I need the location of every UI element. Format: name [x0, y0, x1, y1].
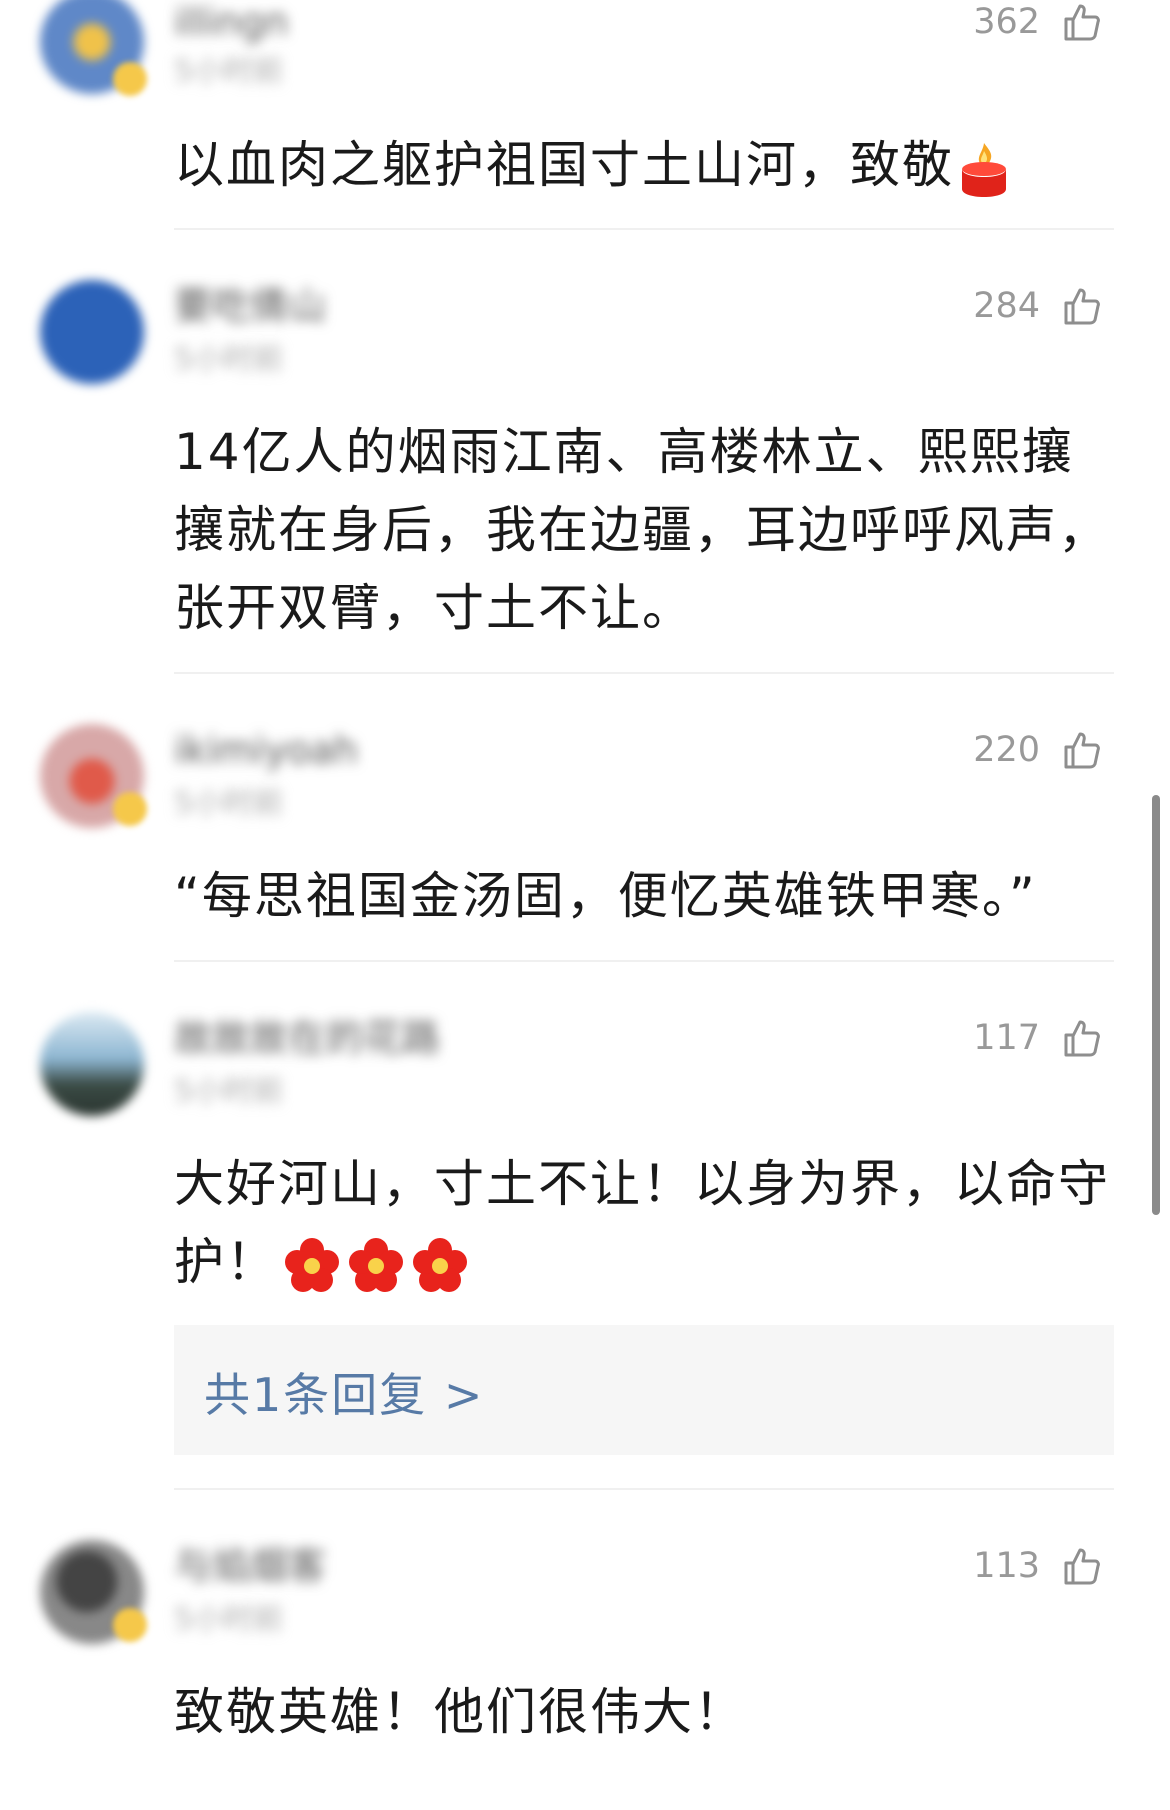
username[interactable]: ikimiyoah — [174, 730, 358, 770]
divider — [174, 1488, 1114, 1490]
comment-body: 以血肉之躯护祖国寸土山河，致敬 — [174, 136, 954, 194]
comment-text: 致敬英雄！他们很伟大！ — [174, 1683, 746, 1741]
comment-time: 5小时前 — [174, 786, 284, 821]
avatar[interactable] — [40, 280, 144, 384]
verified-badge-icon — [113, 1608, 147, 1642]
thumbs-up-icon[interactable] — [1062, 2, 1102, 42]
like-count: 284 — [973, 286, 1040, 326]
scrollbar[interactable] — [1152, 795, 1160, 1215]
thumbs-up-icon[interactable] — [1062, 1018, 1102, 1058]
comment-time: 5小时前 — [174, 1074, 284, 1109]
comment-time: 5小时前 — [174, 1602, 284, 1637]
comment-text: “每思祖国金汤固，便忆英雄铁甲寒。” — [174, 867, 1037, 925]
flower-emoji — [349, 1237, 403, 1292]
flower-emoji — [285, 1237, 339, 1292]
comment-time: 5小时前 — [174, 54, 284, 89]
like-count: 113 — [973, 1546, 1040, 1586]
thumbs-up-icon[interactable] — [1062, 730, 1102, 770]
comment-text: 以血肉之躯护祖国寸土山河，致敬 — [174, 126, 1124, 204]
comment-time: 5小时前 — [174, 342, 284, 377]
username[interactable]: 与焰烟客 — [174, 1546, 326, 1586]
username[interactable]: 要吃倩山 — [174, 286, 326, 326]
thumbs-up-icon[interactable] — [1062, 1546, 1102, 1586]
view-replies-link[interactable]: 共1条回复 > — [204, 1369, 484, 1421]
like-count: 220 — [973, 730, 1040, 770]
reply-box[interactable]: 共1条回复 > — [174, 1325, 1114, 1455]
divider — [174, 960, 1114, 962]
candle-emoji — [962, 142, 1006, 197]
like-count: 117 — [973, 1018, 1040, 1058]
verified-badge-icon — [113, 792, 147, 826]
comment-list: illingn 5小时前 362 以血肉之躯护祖国寸土山河，致敬 要吃倩山 5小… — [0, 0, 1170, 1810]
username[interactable]: 故故故在的花路 — [174, 1018, 440, 1058]
verified-badge-icon — [113, 62, 147, 96]
avatar[interactable] — [40, 1012, 144, 1116]
like-count: 362 — [973, 2, 1040, 42]
flower-emoji — [413, 1237, 467, 1292]
divider — [174, 672, 1114, 674]
username[interactable]: illingn — [174, 2, 289, 42]
divider — [174, 228, 1114, 230]
comment-text: 大好河山，寸土不让！以身为界，以命守护！ — [174, 1145, 1124, 1301]
thumbs-up-icon[interactable] — [1062, 286, 1102, 326]
comment-text: 14亿人的烟雨江南、高楼林立、熙熙攘攘就在身后，我在边疆，耳边呼呼风声，张开双臂… — [174, 423, 1110, 637]
